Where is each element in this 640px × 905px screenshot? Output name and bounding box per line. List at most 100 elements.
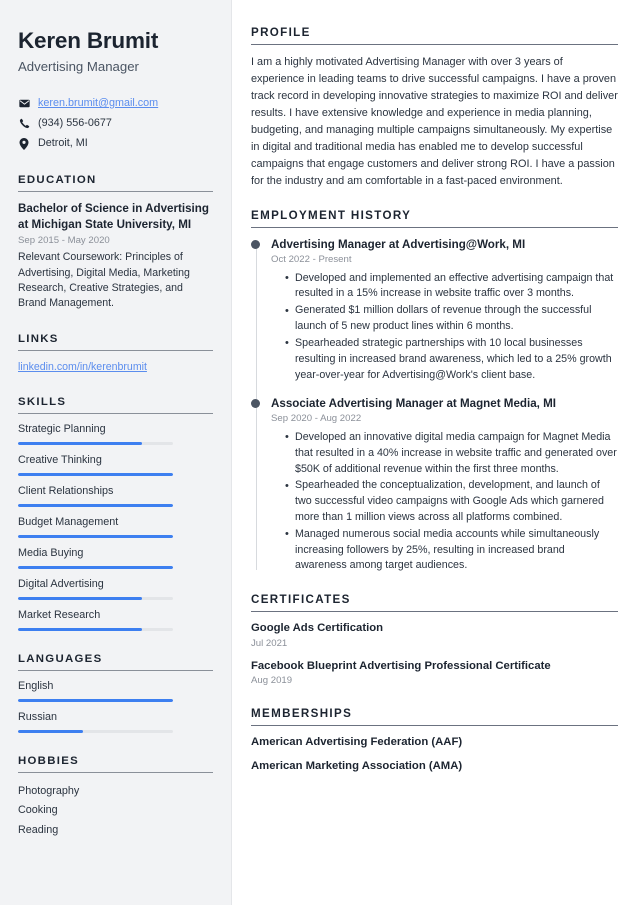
section-divider xyxy=(251,44,618,45)
location-pin-icon xyxy=(18,137,30,150)
job-date: Sep 2020 - Aug 2022 xyxy=(271,413,362,425)
job-entry: Associate Advertising Manager at Magnet … xyxy=(251,396,618,574)
section-memberships: MEMBERSHIPS American Advertising Federat… xyxy=(251,707,618,775)
skill-meter-track xyxy=(18,441,173,446)
skill-meter-fill xyxy=(18,565,173,570)
job-bullet-list: Developed an innovative digital media ca… xyxy=(271,429,618,574)
section-employment-history: EMPLOYMENT HISTORY Advertising Manager a… xyxy=(251,209,618,574)
section-heading-skills: SKILLS xyxy=(18,396,67,409)
skill-item: Client Relationships xyxy=(18,485,213,508)
hobby-item: Reading xyxy=(18,823,59,836)
language-meter-track xyxy=(18,698,173,703)
job-title-subtitle: Advertising Manager xyxy=(18,58,139,74)
skill-label: Media Buying xyxy=(18,547,84,560)
job-date: Oct 2022 - Present xyxy=(271,254,352,266)
section-divider xyxy=(18,413,213,415)
section-heading-hobbies: HOBBIES xyxy=(18,755,79,768)
language-label: English xyxy=(18,680,54,693)
section-heading-employment: EMPLOYMENT HISTORY xyxy=(251,209,412,222)
section-divider xyxy=(18,191,213,193)
contact-item-location: Detroit, MI xyxy=(18,135,213,152)
skill-label: Client Relationships xyxy=(18,485,114,498)
section-certificates: CERTIFICATES Google Ads Certification Ju… xyxy=(251,593,618,687)
section-heading-memberships: MEMBERSHIPS xyxy=(251,706,353,720)
location-text: Detroit, MI xyxy=(38,137,88,150)
certificate-date: Aug 2019 xyxy=(251,675,293,687)
employment-timeline: Advertising Manager at Advertising@Work,… xyxy=(251,237,618,574)
skill-item: Digital Advertising xyxy=(18,578,213,601)
section-heading-links: LINKS xyxy=(18,332,59,345)
job-entry: Advertising Manager at Advertising@Work,… xyxy=(251,237,618,383)
contact-item-phone: (934) 556-0677 xyxy=(18,115,213,132)
section-heading-certificates: CERTIFICATES xyxy=(251,593,351,607)
page-title: Keren Brumit xyxy=(18,28,159,53)
link-item-linkedin[interactable]: linkedin.com/in/kerenbrumit xyxy=(18,360,213,375)
certificate-title: Google Ads Certification xyxy=(251,622,384,635)
skill-meter-track xyxy=(18,565,173,570)
section-education: EDUCATION Bachelor of Science in Adverti… xyxy=(18,174,213,311)
skill-label: Strategic Planning xyxy=(18,423,106,436)
section-divider xyxy=(18,349,213,351)
phone-text: (934) 556-0677 xyxy=(38,117,112,130)
resume-page: Keren Brumit Advertising Manager keren.b… xyxy=(0,0,640,905)
timeline-dot-icon xyxy=(251,399,260,409)
skill-label: Creative Thinking xyxy=(18,454,102,467)
job-bullet: Generated $1 million dollars of revenue … xyxy=(285,303,618,335)
education-entry: Bachelor of Science in Advertising at Mi… xyxy=(18,201,213,311)
skill-item: Budget Management xyxy=(18,516,213,539)
section-divider xyxy=(251,724,618,726)
skill-meter-track xyxy=(18,472,173,477)
skill-label: Budget Management xyxy=(18,516,119,529)
certificate-entry: Facebook Blueprint Advertising Professio… xyxy=(251,659,618,688)
section-divider xyxy=(18,772,213,774)
section-divider xyxy=(18,670,213,672)
section-profile: PROFILE I am a highly motivated Advertis… xyxy=(251,26,618,190)
job-bullet: Developed and implemented an effective a… xyxy=(285,270,618,303)
skill-item: Media Buying xyxy=(18,547,213,570)
education-date: Sep 2015 - May 2020 xyxy=(18,235,110,246)
education-description: Relevant Coursework: Principles of Adver… xyxy=(18,251,190,309)
section-divider xyxy=(251,611,618,613)
section-links: LINKS linkedin.com/in/kerenbrumit xyxy=(18,333,213,375)
language-label: Russian xyxy=(18,711,58,724)
profile-text: I am a highly motivated Advertising Mana… xyxy=(251,56,618,187)
sidebar: Keren Brumit Advertising Manager keren.b… xyxy=(0,0,232,905)
skill-meter-fill xyxy=(18,441,142,446)
language-item: English xyxy=(18,680,213,703)
membership-item: American Marketing Association (AMA) xyxy=(251,760,463,772)
timeline-dot-icon xyxy=(251,240,260,249)
certificate-date: Jul 2021 xyxy=(251,637,288,649)
contact-item-email[interactable]: keren.brumit@gmail.com xyxy=(18,95,213,112)
job-bullet: Developed an innovative digital media ca… xyxy=(285,429,618,477)
section-heading-languages: LANGUAGES xyxy=(18,653,103,666)
certificate-entry: Google Ads Certification Jul 2021 xyxy=(251,621,618,650)
skill-item: Strategic Planning xyxy=(18,423,213,446)
section-divider xyxy=(251,227,618,228)
skill-label: Market Research xyxy=(18,609,101,622)
section-languages: LANGUAGES English Russian xyxy=(18,653,213,734)
language-meter-fill xyxy=(18,729,84,734)
language-meter-track xyxy=(18,729,173,734)
job-bullet: Spearheaded strategic partnerships with … xyxy=(285,335,618,383)
skill-meter-track xyxy=(18,627,173,632)
language-meter-fill xyxy=(18,698,173,703)
job-role: Advertising Manager at Advertising@Work,… xyxy=(271,238,526,251)
section-heading-education: EDUCATION xyxy=(18,174,97,187)
skill-meter-fill xyxy=(18,534,173,539)
skill-meter-track xyxy=(18,596,173,601)
certificate-title: Facebook Blueprint Advertising Professio… xyxy=(251,660,551,673)
phone-icon xyxy=(18,118,30,129)
skill-meter-fill xyxy=(18,472,173,477)
skill-meter-track xyxy=(18,503,173,508)
envelope-icon xyxy=(18,99,30,108)
section-heading-profile: PROFILE xyxy=(251,26,311,39)
skill-item: Creative Thinking xyxy=(18,454,213,477)
skill-item: Market Research xyxy=(18,609,213,632)
skill-meter-fill xyxy=(18,627,142,632)
skill-label: Digital Advertising xyxy=(18,578,104,591)
language-item: Russian xyxy=(18,711,213,734)
email-text: keren.brumit@gmail.com xyxy=(38,97,159,110)
membership-item: American Advertising Federation (AAF) xyxy=(251,735,463,748)
skill-meter-fill xyxy=(18,503,173,508)
hobby-item: Photography xyxy=(18,785,80,798)
